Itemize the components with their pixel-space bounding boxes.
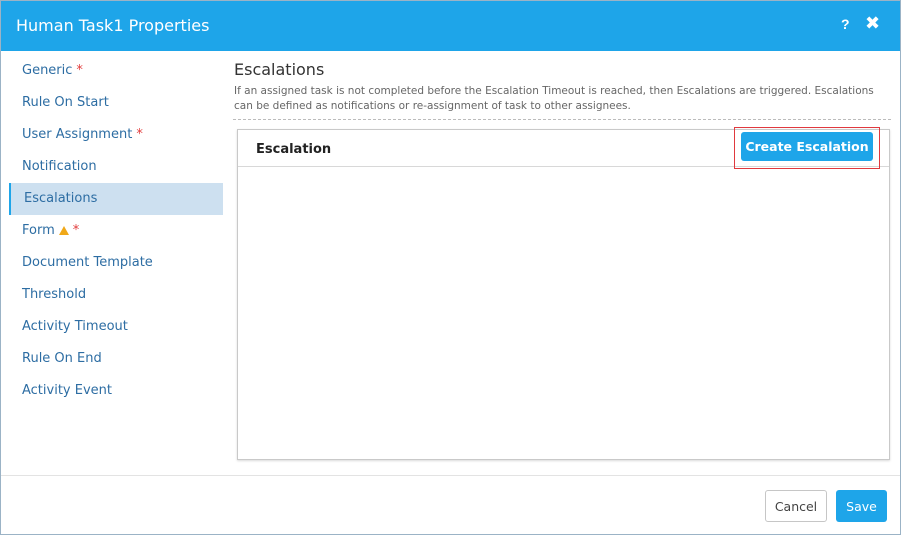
- save-button[interactable]: Save: [836, 490, 887, 522]
- sidebar-item-activity-timeout[interactable]: Activity Timeout: [9, 311, 223, 343]
- sidebar-item-rule-on-end[interactable]: Rule On End: [9, 343, 223, 375]
- section-title: Escalations: [234, 60, 325, 79]
- footer-divider: [1, 475, 900, 476]
- sidebar-item-rule-on-start[interactable]: Rule On Start: [9, 87, 223, 119]
- escalation-panel-header: Escalation Create Escalation: [238, 127, 889, 169]
- close-icon[interactable]: ✖: [865, 13, 880, 34]
- sidebar-item-activity-event[interactable]: Activity Event: [9, 375, 223, 407]
- sidebar-item-label: Document Template: [22, 255, 153, 270]
- sidebar-item-label: Activity Timeout: [22, 319, 128, 334]
- sidebar-item-document-template[interactable]: Document Template: [9, 247, 223, 279]
- sidebar-item-label: Escalations: [24, 191, 98, 206]
- sidebar-item-notification[interactable]: Notification: [9, 151, 223, 183]
- properties-dialog: Human Task1 Properties ? ✖ Generic * Rule…: [0, 0, 901, 535]
- create-escalation-button[interactable]: Create Escalation: [741, 132, 873, 161]
- required-marker: *: [136, 127, 143, 142]
- section-description: If an assigned task is not completed bef…: [234, 85, 874, 112]
- required-marker: *: [76, 63, 83, 78]
- dialog-title: Human Task1 Properties: [16, 16, 210, 35]
- sidebar-item-label: Notification: [22, 159, 97, 174]
- required-marker: *: [72, 223, 80, 238]
- properties-sidebar: Generic * Rule On Start User Assignment * …: [1, 51, 223, 475]
- sidebar-item-form[interactable]: Form *: [9, 215, 223, 247]
- sidebar-item-generic[interactable]: Generic *: [9, 55, 223, 87]
- sidebar-item-label: User Assignment: [22, 127, 133, 142]
- sidebar-item-label: Threshold: [22, 287, 87, 302]
- sidebar-item-label: Rule On Start: [22, 95, 109, 110]
- escalation-panel-title: Escalation: [256, 142, 332, 157]
- section-divider: [233, 119, 891, 120]
- sidebar-item-label: Activity Event: [22, 383, 112, 398]
- sidebar-item-label: Generic: [22, 63, 73, 78]
- sidebar-item-threshold[interactable]: Threshold: [9, 279, 223, 311]
- sidebar-item-label: Form: [22, 223, 55, 238]
- sidebar-item-label: Rule On End: [22, 351, 102, 366]
- warning-icon: [58, 226, 69, 235]
- cancel-button[interactable]: Cancel: [765, 490, 827, 522]
- sidebar-item-escalations[interactable]: Escalations: [9, 183, 223, 215]
- dialog-titlebar: Human Task1 Properties ? ✖: [1, 1, 900, 51]
- sidebar-item-user-assignment[interactable]: User Assignment *: [9, 119, 223, 151]
- escalations-content: Escalations If an assigned task is not c…: [233, 51, 893, 475]
- help-icon[interactable]: ?: [841, 16, 850, 32]
- escalation-panel: Escalation Create Escalation: [237, 127, 890, 460]
